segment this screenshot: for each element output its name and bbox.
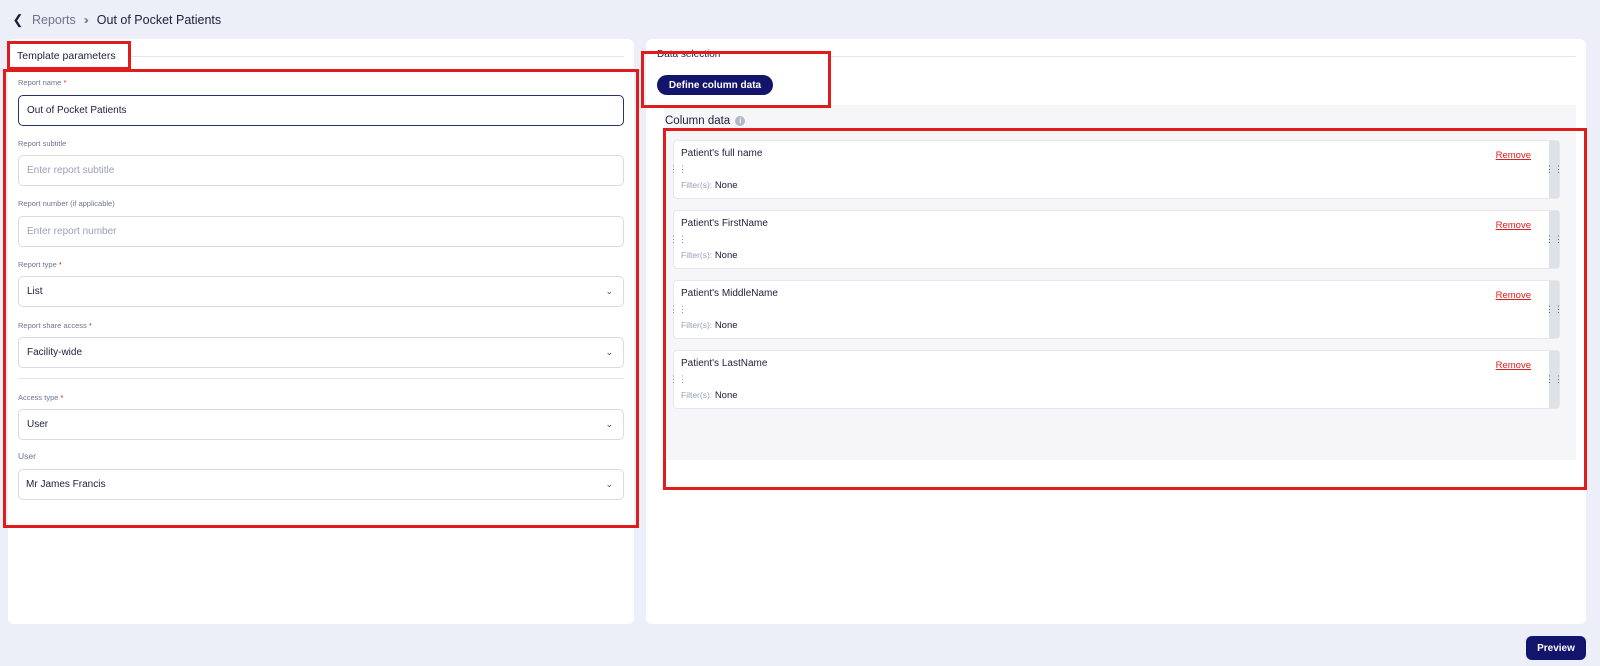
user-select[interactable]: Mr James Francis ⌄ [18,469,624,500]
remove-column-link[interactable]: Remove [1496,290,1531,301]
column-data-title: Column data i [665,115,746,127]
report-name-input[interactable] [27,105,623,116]
back-chevron-icon[interactable]: ❮ [12,12,24,28]
chevron-down-icon: ⌄ [605,479,613,489]
drag-handle-icon[interactable]: ⋮⋮ [1545,211,1563,268]
preview-button[interactable]: Preview [1526,636,1586,660]
breadcrumb-reports-link[interactable]: Reports [32,13,76,27]
column-name: Patient's FirstName [681,218,768,229]
section-divider [830,56,1576,57]
column-card[interactable]: ⋮⋮ Patient's MiddleName Filter(s): None … [669,280,1563,339]
remove-column-link[interactable]: Remove [1496,360,1531,371]
chevron-down-icon: ⌄ [605,419,613,429]
section-divider [130,56,624,57]
column-card[interactable]: ⋮⋮ Patient's FirstName Filter(s): None R… [669,210,1563,269]
user-value: Mr James Francis [26,479,106,490]
drag-handle-icon[interactable]: ⋮⋮ [669,375,687,384]
chevron-down-icon: ⌄ [605,286,613,296]
drag-handle-icon[interactable]: ⋮⋮ [1545,141,1563,198]
user-label: User [18,451,36,461]
column-name: Patient's LastName [681,358,768,369]
report-type-value: List [27,286,43,297]
report-subtitle-field[interactable] [18,155,624,186]
drag-handle-icon[interactable]: ⋮⋮ [669,235,687,244]
template-parameters-heading: Template parameters [17,50,116,62]
access-type-select[interactable]: User ⌄ [18,409,624,440]
report-type-select[interactable]: List ⌄ [18,276,624,307]
define-column-data-button[interactable]: Define column data [657,75,773,95]
drag-handle-icon[interactable]: ⋮⋮ [1545,351,1563,408]
data-selection-heading: Data selection [657,49,721,60]
column-card[interactable]: ⋮⋮ Patient's full name Filter(s): None R… [669,140,1563,199]
column-filter: Filter(s): None [681,390,738,401]
report-name-label: Report name * [18,78,67,87]
share-access-label: Report share access * [18,321,92,330]
report-number-field[interactable] [18,216,624,247]
column-name: Patient's MiddleName [681,288,778,299]
form-divider [18,378,624,379]
column-name: Patient's full name [681,148,763,159]
report-name-field[interactable] [18,95,624,126]
column-data-label: Column data [665,115,731,127]
report-number-input[interactable] [27,226,623,237]
drag-handle-icon[interactable]: ⋮⋮ [669,305,687,314]
breadcrumb: ❮ Reports ›› Out of Pocket Patients [12,12,222,28]
share-access-value: Facility-wide [27,347,83,358]
breadcrumb-current: Out of Pocket Patients [96,13,222,27]
column-filter: Filter(s): None [681,250,738,261]
access-type-value: User [27,419,49,430]
chevron-down-icon: ⌄ [605,347,613,357]
breadcrumb-separator-icon: ›› [83,13,89,27]
column-card[interactable]: ⋮⋮ Patient's LastName Filter(s): None Re… [669,350,1563,409]
column-filter: Filter(s): None [681,320,738,331]
report-subtitle-input[interactable] [27,165,623,176]
remove-column-link[interactable]: Remove [1496,220,1531,231]
report-type-label: Report type * [18,260,62,269]
report-subtitle-label: Report subtitle [18,139,67,148]
drag-handle-icon[interactable]: ⋮⋮ [1545,281,1563,338]
template-parameters-panel [8,39,634,624]
share-access-select[interactable]: Facility-wide ⌄ [18,337,624,368]
remove-column-link[interactable]: Remove [1496,150,1531,161]
report-number-label: Report number (if applicable) [18,199,115,208]
drag-handle-icon[interactable]: ⋮⋮ [669,165,687,174]
access-type-label: Access type * [18,393,64,402]
info-icon[interactable]: i [735,116,746,126]
column-filter: Filter(s): None [681,180,738,191]
